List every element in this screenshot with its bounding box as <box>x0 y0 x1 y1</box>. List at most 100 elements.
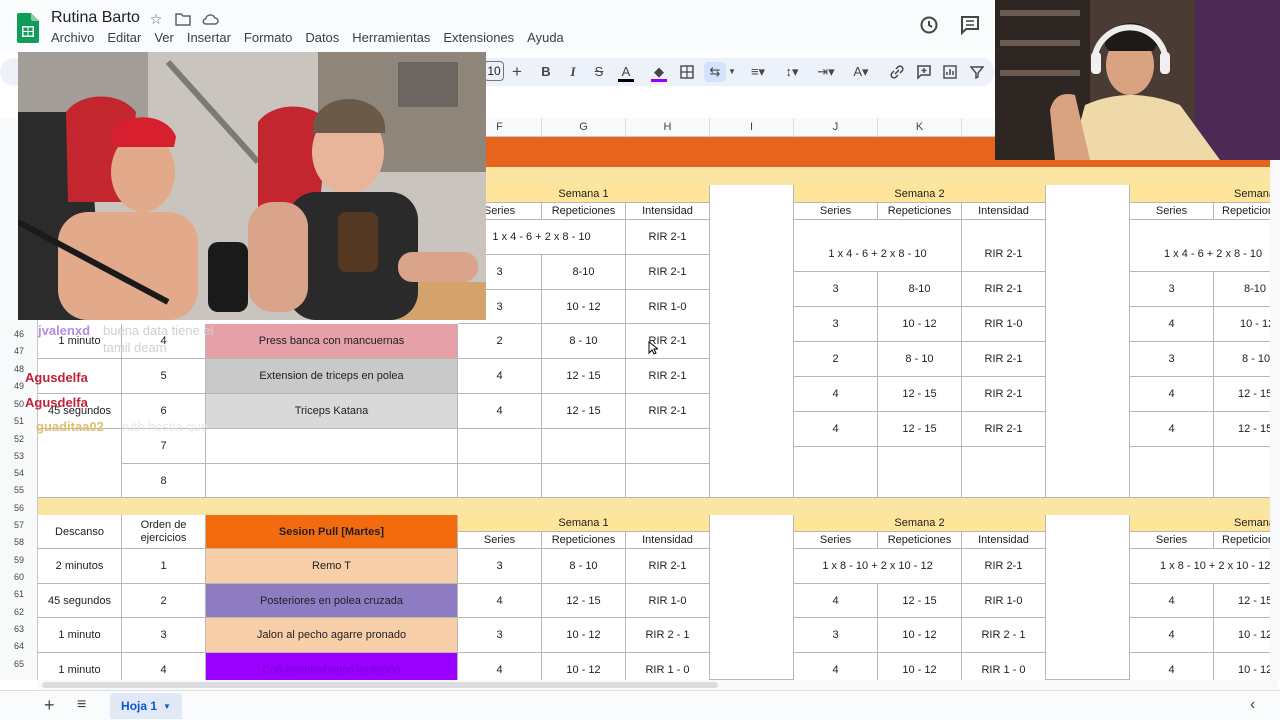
row-number[interactable]: 46 <box>0 329 38 339</box>
week2-cell[interactable]: RIR 2-1 <box>962 377 1046 412</box>
borders-icon[interactable] <box>680 62 694 82</box>
week2-cell[interactable]: RIR 1 - 0 <box>962 653 1046 680</box>
menu-ayuda[interactable]: Ayuda <box>527 30 570 45</box>
week2-cell[interactable]: 10 - 12 <box>878 653 962 680</box>
empty-cell[interactable] <box>878 447 962 498</box>
week2-cell[interactable]: 1 x 4 - 6 + 2 x 8 - 10 <box>794 220 962 272</box>
row-number[interactable]: 62 <box>0 607 38 617</box>
row-number[interactable]: 63 <box>0 624 38 634</box>
week3-cell[interactable]: 4 <box>1130 377 1214 412</box>
empty-cell[interactable] <box>458 464 542 498</box>
week2-cell[interactable]: RIR 2-1 <box>962 549 1046 584</box>
week3-cell[interactable]: 1 x 8 - 10 + 2 x 10 - 12 <box>1130 549 1280 584</box>
week1-cell[interactable]: 4 <box>458 653 542 680</box>
menu-editar[interactable]: Editar <box>107 30 147 45</box>
row-number[interactable]: 59 <box>0 555 38 565</box>
week3-cell[interactable]: 3 <box>1130 342 1214 377</box>
all-sheets-icon[interactable]: ≡ <box>77 696 86 714</box>
empty-cell[interactable] <box>626 429 710 464</box>
week2-cell[interactable]: 12 - 15 <box>878 584 962 618</box>
week3-cell[interactable]: 1 x 4 - 6 + 2 x 8 - 10 <box>1130 220 1280 272</box>
week2-cell[interactable]: 4 <box>794 412 878 447</box>
week1-cell[interactable]: RIR 2 - 1 <box>626 618 710 653</box>
week2-cell[interactable]: 3 <box>794 307 878 342</box>
filter-icon[interactable] <box>970 62 984 82</box>
rest-cell[interactable] <box>38 429 122 498</box>
empty-cell[interactable] <box>458 429 542 464</box>
week1-cell[interactable]: 10 - 12 <box>542 618 626 653</box>
exercise-cell[interactable]: Curl martillo/banco inclinado <box>206 653 458 680</box>
week2-cell[interactable]: 2 <box>794 342 878 377</box>
rest-cell[interactable]: 2 minutos <box>38 549 122 584</box>
cloud-icon[interactable] <box>201 10 219 28</box>
exercise-cell[interactable] <box>206 429 458 464</box>
insert-comment-icon[interactable] <box>916 62 932 82</box>
column-header-g[interactable]: G <box>542 118 626 137</box>
week2-cell[interactable]: 1 x 8 - 10 + 2 x 10 - 12 <box>794 549 962 584</box>
menu-formato[interactable]: Formato <box>244 30 298 45</box>
menu-extensiones[interactable]: Extensiones <box>443 30 520 45</box>
empty-cell[interactable] <box>794 447 878 498</box>
week1-cell[interactable]: 4 <box>458 359 542 394</box>
week2-cell[interactable]: 8 - 10 <box>878 342 962 377</box>
exercise-cell[interactable]: Remo T <box>206 549 458 584</box>
week3-cell[interactable]: 4 <box>1130 584 1214 618</box>
sheets-logo-icon[interactable] <box>17 13 39 43</box>
exercise-cell[interactable] <box>206 464 458 498</box>
row-number[interactable]: 61 <box>0 589 38 599</box>
week1-cell[interactable]: RIR 1-0 <box>626 584 710 618</box>
rotate-icon[interactable]: A▾ <box>848 62 874 82</box>
week1-cell[interactable]: 10 - 12 <box>542 653 626 680</box>
empty-cell[interactable] <box>1130 447 1214 498</box>
add-sheet-icon[interactable]: + <box>44 695 55 716</box>
week2-cell[interactable]: 12 - 15 <box>878 377 962 412</box>
row-number[interactable]: 58 <box>0 537 38 547</box>
week1-cell[interactable]: RIR 1 - 0 <box>626 653 710 680</box>
sheet-tab-active[interactable]: Hoja 1 ▼ <box>110 693 182 719</box>
week3-cell[interactable]: 4 <box>1130 653 1214 680</box>
empty-cell[interactable] <box>542 464 626 498</box>
week1-cell[interactable]: 4 <box>458 394 542 429</box>
exercise-cell[interactable]: Press banca con mancuernas <box>206 324 458 359</box>
fill-color-icon[interactable]: ◆ <box>651 62 667 82</box>
week2-cell[interactable]: 3 <box>794 618 878 653</box>
column-header-j[interactable]: J <box>794 118 878 137</box>
menu-insertar[interactable]: Insertar <box>187 30 237 45</box>
week1-cell[interactable]: 10 - 12 <box>542 290 626 324</box>
text-color-icon[interactable]: A <box>618 62 634 82</box>
week2-cell[interactable]: 12 - 15 <box>878 412 962 447</box>
week2-cell[interactable]: RIR 2-1 <box>962 342 1046 377</box>
exercise-cell[interactable]: Posteriores en polea cruzada <box>206 584 458 618</box>
merge-icon[interactable]: ⇆ <box>704 62 726 82</box>
week1-cell[interactable]: RIR 2-1 <box>626 220 710 255</box>
column-header-k[interactable]: K <box>878 118 962 137</box>
week3-cell[interactable]: 4 <box>1130 307 1214 342</box>
week1-cell[interactable]: 8-10 <box>542 255 626 290</box>
exercise-cell[interactable]: Triceps Katana <box>206 394 458 429</box>
row-number[interactable]: 55 <box>0 485 38 495</box>
merge-dropdown-icon[interactable]: ▼ <box>728 62 736 82</box>
row-number[interactable]: 64 <box>0 641 38 651</box>
link-icon[interactable] <box>889 62 905 82</box>
order-cell[interactable]: 4 <box>122 653 206 680</box>
order-cell[interactable]: 1 <box>122 549 206 584</box>
chart-icon[interactable] <box>943 62 957 82</box>
folder-icon[interactable] <box>174 10 192 28</box>
empty-cell[interactable] <box>542 429 626 464</box>
align-icon[interactable]: ≡▾ <box>746 62 770 82</box>
week2-cell[interactable]: 4 <box>794 584 878 618</box>
week1-cell[interactable]: RIR 1-0 <box>626 290 710 324</box>
rest-cell[interactable]: 1 minuto <box>38 618 122 653</box>
order-cell[interactable]: 7 <box>122 429 206 464</box>
rest-cell[interactable]: 1 minuto <box>38 653 122 680</box>
week2-cell[interactable]: 8-10 <box>878 272 962 307</box>
row-number[interactable]: 56 <box>0 503 38 513</box>
week1-cell[interactable]: 2 <box>458 324 542 359</box>
menu-herramientas[interactable]: Herramientas <box>352 30 436 45</box>
week2-cell[interactable]: RIR 2 - 1 <box>962 618 1046 653</box>
comment-icon[interactable] <box>959 14 981 36</box>
week1-cell[interactable]: RIR 2-1 <box>626 394 710 429</box>
week1-cell[interactable]: RIR 2-1 <box>626 359 710 394</box>
row-number[interactable]: 65 <box>0 659 38 669</box>
wrap-icon[interactable]: ⇥▾ <box>813 62 839 82</box>
